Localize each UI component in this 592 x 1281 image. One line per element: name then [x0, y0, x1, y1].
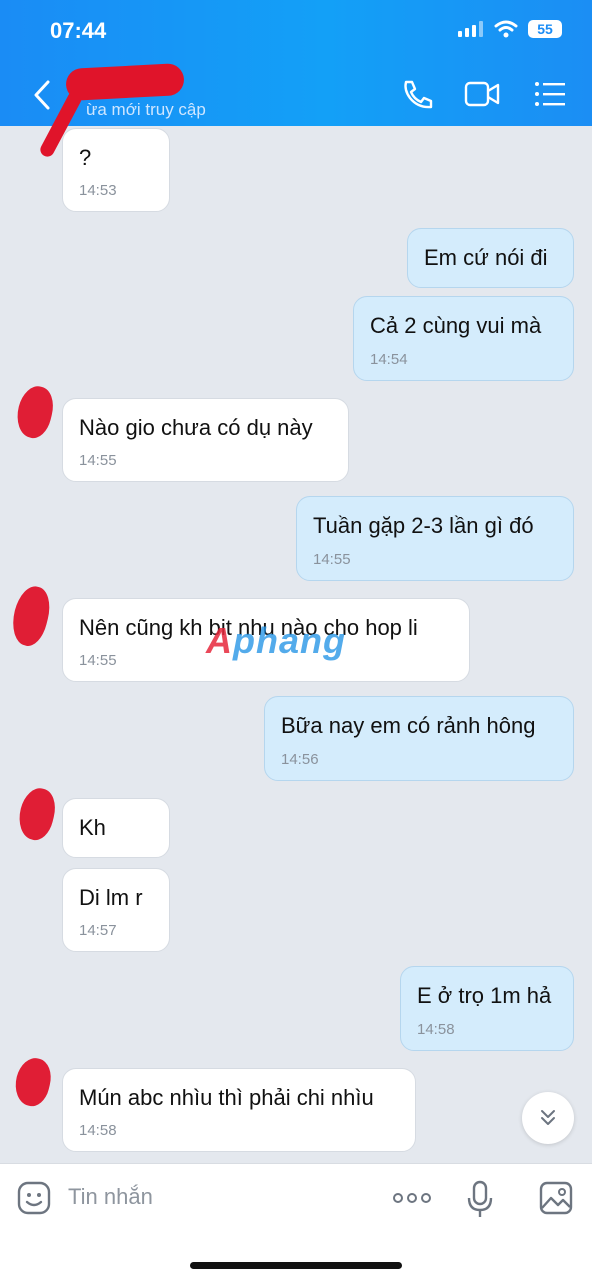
double-chevron-down-icon — [541, 1110, 555, 1125]
avatar-redaction — [7, 582, 55, 650]
wifi-icon — [494, 20, 518, 38]
list-menu-icon[interactable] — [532, 78, 568, 110]
message-text: Di lm r — [79, 885, 143, 910]
message-text: Mún abc nhìu thì phải chi nhìu — [79, 1085, 374, 1110]
message-time: 14:56 — [281, 751, 319, 768]
message-text: ? — [79, 145, 92, 170]
message-bubble-incoming[interactable]: Kh — [62, 798, 170, 858]
message-time: 14:54 — [370, 351, 408, 368]
chat-header: 07:44 55 ừa mới truy cập — [0, 0, 592, 160]
home-indicator — [190, 1262, 402, 1269]
contact-name-redaction — [65, 62, 185, 102]
chevron-left-icon[interactable] — [28, 78, 56, 112]
message-bubble-outgoing[interactable]: Cả 2 cùng vui mà 14:54 — [353, 296, 574, 381]
signal-icon — [458, 21, 483, 37]
avatar-redaction — [10, 1054, 56, 1110]
more-dots-icon[interactable] — [392, 1188, 432, 1208]
message-time: 14:58 — [79, 1122, 117, 1139]
avatar-redaction — [14, 784, 60, 844]
status-time: 07:44 — [50, 18, 107, 43]
microphone-icon[interactable] — [466, 1180, 494, 1220]
phone-icon[interactable] — [400, 78, 436, 110]
scroll-to-bottom-button[interactable] — [522, 1092, 574, 1144]
avatar-redaction — [12, 382, 58, 442]
message-input[interactable]: Tin nhắn — [68, 1184, 153, 1210]
message-time: 14:55 — [313, 551, 351, 568]
message-text: Em cứ nói đi — [424, 245, 548, 270]
message-bubble-outgoing[interactable]: E ở trọ 1m hả 14:58 — [400, 966, 574, 1051]
message-bubble-incoming[interactable]: ? 14:53 — [62, 128, 170, 212]
message-composer: Tin nhắn — [0, 1163, 592, 1281]
status-icons: 55 — [458, 20, 562, 38]
message-text: E ở trọ 1m hả — [417, 983, 552, 1008]
message-text: Bữa nay em có rảnh hông — [281, 713, 536, 738]
message-time: 14:57 — [79, 922, 117, 939]
message-text: Nào gio chưa có dụ này — [79, 415, 313, 440]
message-text: Cả 2 cùng vui mà — [370, 313, 542, 338]
contact-last-seen: ừa mới truy cập — [86, 100, 206, 119]
message-time: 14:55 — [79, 452, 117, 469]
battery-indicator: 55 — [528, 20, 562, 38]
watermark-logo: Aphang — [206, 620, 346, 661]
message-text: Tuần gặp 2-3 lần gì đó — [313, 513, 534, 538]
message-bubble-outgoing[interactable]: Tuần gặp 2-3 lần gì đó 14:55 — [296, 496, 574, 581]
message-bubble-incoming[interactable]: Mún abc nhìu thì phải chi nhìu 14:58 — [62, 1068, 416, 1152]
message-bubble-incoming[interactable]: Di lm r 14:57 — [62, 868, 170, 952]
message-time: 14:55 — [79, 652, 117, 669]
video-camera-icon[interactable] — [464, 78, 500, 110]
image-icon[interactable] — [538, 1180, 574, 1216]
message-time: 14:58 — [417, 1021, 455, 1038]
message-bubble-outgoing[interactable]: Em cứ nói đi — [407, 228, 574, 288]
message-time: 14:53 — [79, 182, 117, 199]
message-text: Kh — [79, 815, 106, 840]
sticker-face-icon[interactable] — [16, 1180, 52, 1216]
message-bubble-outgoing[interactable]: Bữa nay em có rảnh hông 14:56 — [264, 696, 574, 781]
message-bubble-incoming[interactable]: Nào gio chưa có dụ này 14:55 — [62, 398, 349, 482]
